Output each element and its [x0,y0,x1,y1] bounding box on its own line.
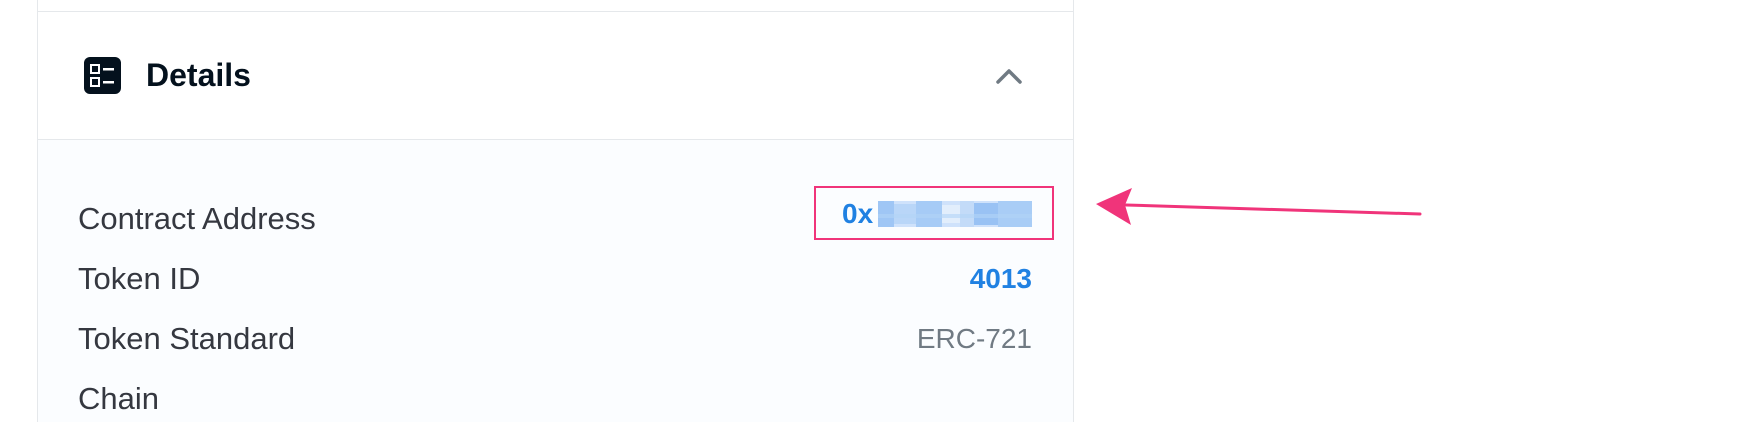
detail-label: Token ID [78,261,201,296]
token-standard-value: ERC-721 [916,323,1032,354]
details-accordion-header[interactable]: Details [38,12,1073,140]
chevron-up-icon[interactable] [993,62,1025,90]
screenshot-stage: Details Contract Address Token ID 4013 T… [0,0,1752,422]
token-id-link[interactable]: 4013 [970,257,1032,301]
details-title: Details [146,57,251,93]
contract-address-highlight-box: 0x [814,186,1054,240]
detail-row-chain: Chain [78,377,1032,421]
detail-label: Contract Address [78,201,316,236]
detail-label: Chain [78,381,159,416]
pointer-arrow-icon [1096,188,1422,225]
contract-address-link[interactable]: 0x [842,196,873,232]
detail-row-token-id: Token ID 4013 [78,257,1032,301]
detail-label: Token Standard [78,321,296,356]
detail-row-token-standard: Token Standard ERC-721 [78,317,1032,361]
details-list-icon [84,57,121,94]
redacted-address-blur [878,201,1032,227]
details-body: Contract Address Token ID 4013 Token Sta… [38,140,1073,422]
